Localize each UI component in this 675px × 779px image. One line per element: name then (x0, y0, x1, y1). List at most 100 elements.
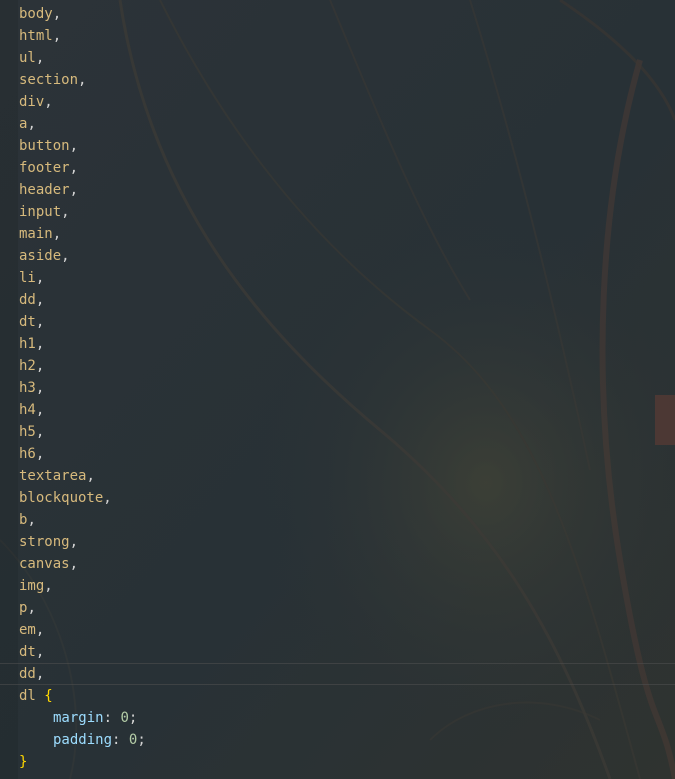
comma: , (86, 468, 95, 484)
comma: , (35, 336, 45, 352)
code-line: canvas, (19, 553, 146, 575)
css-selector: h1 (19, 336, 36, 352)
close-brace: } (19, 754, 28, 770)
code-line: dd, (19, 289, 146, 311)
code-line: button, (19, 135, 146, 157)
current-code-line: dd, (0, 663, 674, 685)
semicolon: ; (137, 732, 146, 748)
comma: , (27, 512, 36, 528)
css-selector: img (19, 578, 45, 594)
code-line: blockquote, (19, 487, 146, 509)
css-selector: dt (19, 314, 36, 330)
code-line: dt, (19, 641, 146, 663)
css-selector: dd (19, 292, 36, 308)
css-selector: blockquote (19, 490, 104, 506)
comma: , (52, 28, 62, 44)
css-selector: input (19, 204, 62, 220)
css-selector: main (19, 226, 53, 242)
css-selector: h4 (19, 402, 36, 418)
code-line: h5, (19, 421, 146, 443)
code-line: li, (19, 267, 146, 289)
code-line: section, (19, 69, 146, 91)
comma: , (35, 446, 45, 462)
css-selector: h2 (19, 358, 36, 374)
comma: , (35, 424, 45, 440)
css-property: padding (53, 732, 113, 748)
css-property: margin (53, 710, 104, 726)
css-selector: li (19, 270, 36, 286)
code-line: h1, (19, 333, 146, 355)
code-line: h3, (19, 377, 146, 399)
code-line: } (19, 751, 146, 773)
css-selector: div (19, 94, 45, 110)
css-selector: dl (19, 688, 36, 704)
comma: , (69, 534, 79, 550)
comma: , (69, 556, 79, 572)
code-line: input, (19, 201, 146, 223)
css-selector: footer (19, 160, 70, 176)
open-brace: { (44, 688, 53, 704)
css-selector: aside (19, 248, 62, 264)
code-line: h6, (19, 443, 146, 465)
css-selector: em (19, 622, 36, 638)
declaration-line: padding: 0; (19, 729, 146, 751)
code-line: img, (19, 575, 146, 597)
comma: , (103, 490, 112, 506)
comma: , (35, 380, 45, 396)
code-line: div, (19, 91, 146, 113)
code-line: header, (19, 179, 146, 201)
css-selector: h3 (19, 380, 36, 396)
comma: , (35, 666, 45, 682)
comma: , (69, 160, 79, 176)
comma: , (69, 138, 79, 154)
code-line: html, (19, 25, 146, 47)
comma: , (35, 644, 45, 660)
comma: , (35, 314, 45, 330)
code-line: ul, (19, 47, 146, 69)
comma: , (35, 622, 45, 638)
css-selector: header (19, 182, 70, 198)
comma: , (78, 72, 87, 88)
css-selector: h5 (19, 424, 36, 440)
css-selector: textarea (19, 468, 87, 484)
css-selector: button (19, 138, 70, 154)
comma: , (44, 578, 53, 594)
comma: , (35, 402, 45, 418)
code-line: dt, (19, 311, 146, 333)
code-line: p, (19, 597, 146, 619)
comma: , (35, 358, 45, 374)
code-line: textarea, (19, 465, 146, 487)
code-line: footer, (19, 157, 146, 179)
comma: , (61, 204, 70, 220)
comma: , (27, 116, 36, 132)
css-selector: dd (19, 666, 36, 682)
css-value: 0 (120, 710, 129, 726)
code-line: strong, (19, 531, 146, 553)
code-line: aside, (19, 245, 146, 267)
css-selector: strong (19, 534, 70, 550)
comma: , (44, 94, 53, 110)
code-line: main, (19, 223, 146, 245)
colon: : (103, 710, 113, 726)
css-selector: canvas (19, 556, 70, 572)
comma: , (35, 292, 45, 308)
comma: , (27, 600, 36, 616)
code-line: b, (19, 509, 146, 531)
code-line: dl { (19, 685, 146, 707)
css-selector: body (19, 6, 53, 22)
css-selector: html (19, 28, 53, 44)
css-selector: h6 (19, 446, 36, 462)
css-selector: section (19, 72, 79, 88)
comma: , (35, 50, 45, 66)
comma: , (52, 226, 62, 242)
comma: , (35, 270, 45, 286)
css-selector: ul (19, 50, 36, 66)
code-line: em, (19, 619, 146, 641)
code-line: body, (19, 3, 146, 25)
code-line: h2, (19, 355, 146, 377)
code-line: a, (19, 113, 146, 135)
declaration-line: margin: 0; (19, 707, 146, 729)
css-selector: dt (19, 644, 36, 660)
code-editor[interactable]: body, html, ul, section, div, a, button,… (0, 3, 674, 773)
comma: , (52, 6, 62, 22)
